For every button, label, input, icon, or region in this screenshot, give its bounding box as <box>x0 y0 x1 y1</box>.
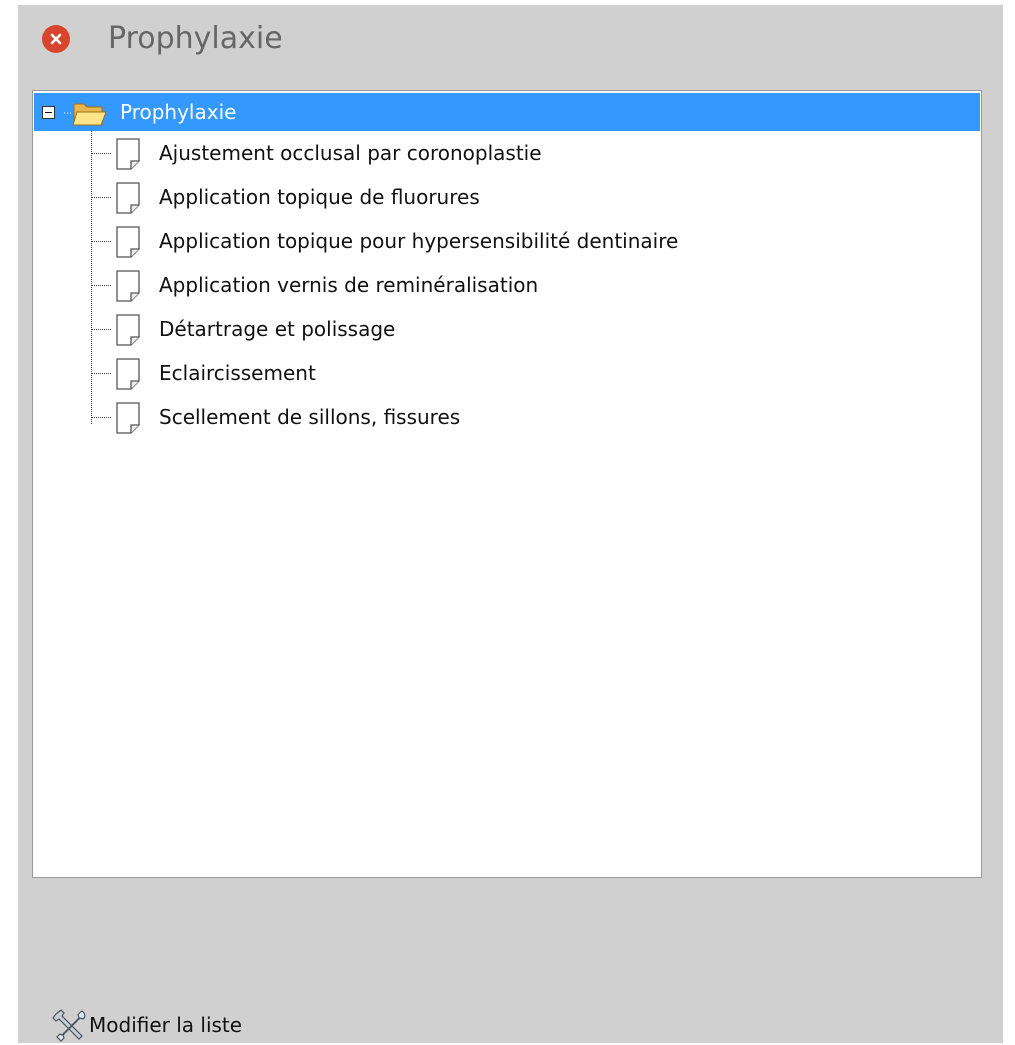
tree-item[interactable]: Scellement de sillons, fissures <box>91 397 971 437</box>
tree-item-label: Eclaircissement <box>159 361 316 385</box>
tree-item-label: Ajustement occlusal par coronoplastie <box>159 141 542 165</box>
document-icon <box>116 270 140 302</box>
tree-connector <box>91 285 111 286</box>
tree-connector <box>91 197 111 198</box>
tree-item-label: Scellement de sillons, fissures <box>159 405 461 429</box>
tree-item-label: Application vernis de reminéralisation <box>159 273 539 297</box>
prophylaxie-panel: Prophylaxie Prophylaxie Ajustement occlu… <box>18 5 1003 1043</box>
panel-title: Prophylaxie <box>108 21 283 56</box>
close-icon <box>50 33 62 45</box>
tree-connector <box>91 241 111 242</box>
tree-item[interactable]: Application topique pour hypersensibilit… <box>91 221 971 261</box>
edit-list-label: Modifier la liste <box>89 1013 243 1037</box>
document-icon <box>116 402 140 434</box>
tree-item[interactable]: Ajustement occlusal par coronoplastie <box>91 133 971 173</box>
folder-open-icon <box>64 103 107 126</box>
tools-icon <box>52 1009 86 1042</box>
tree-view[interactable]: Prophylaxie Ajustement occlusal par coro… <box>32 90 982 878</box>
document-icon <box>116 182 140 214</box>
document-icon <box>116 226 140 258</box>
close-button[interactable] <box>42 25 70 53</box>
tree-root-node[interactable]: Prophylaxie <box>34 93 980 131</box>
tree-connector <box>91 373 111 374</box>
tree-item[interactable]: Application topique de fluorures <box>91 177 971 217</box>
tree-item[interactable]: Détartrage et polissage <box>91 309 971 349</box>
tree-item[interactable]: Eclaircissement <box>91 353 971 393</box>
edit-list-button[interactable]: Modifier la liste <box>52 1005 242 1045</box>
document-icon <box>116 314 140 346</box>
tree-connector <box>91 417 111 418</box>
document-icon <box>116 358 140 390</box>
tree-root-label: Prophylaxie <box>120 100 237 124</box>
tree-item[interactable]: Application vernis de reminéralisation <box>91 265 971 305</box>
collapse-toggle[interactable] <box>42 106 55 119</box>
document-icon <box>116 138 140 170</box>
tree-connector <box>91 329 111 330</box>
tree-item-label: Application topique de fluorures <box>159 185 480 209</box>
tree-item-label: Détartrage et polissage <box>159 317 396 341</box>
tree-connector <box>91 153 111 154</box>
tree-item-label: Application topique pour hypersensibilit… <box>159 229 679 253</box>
